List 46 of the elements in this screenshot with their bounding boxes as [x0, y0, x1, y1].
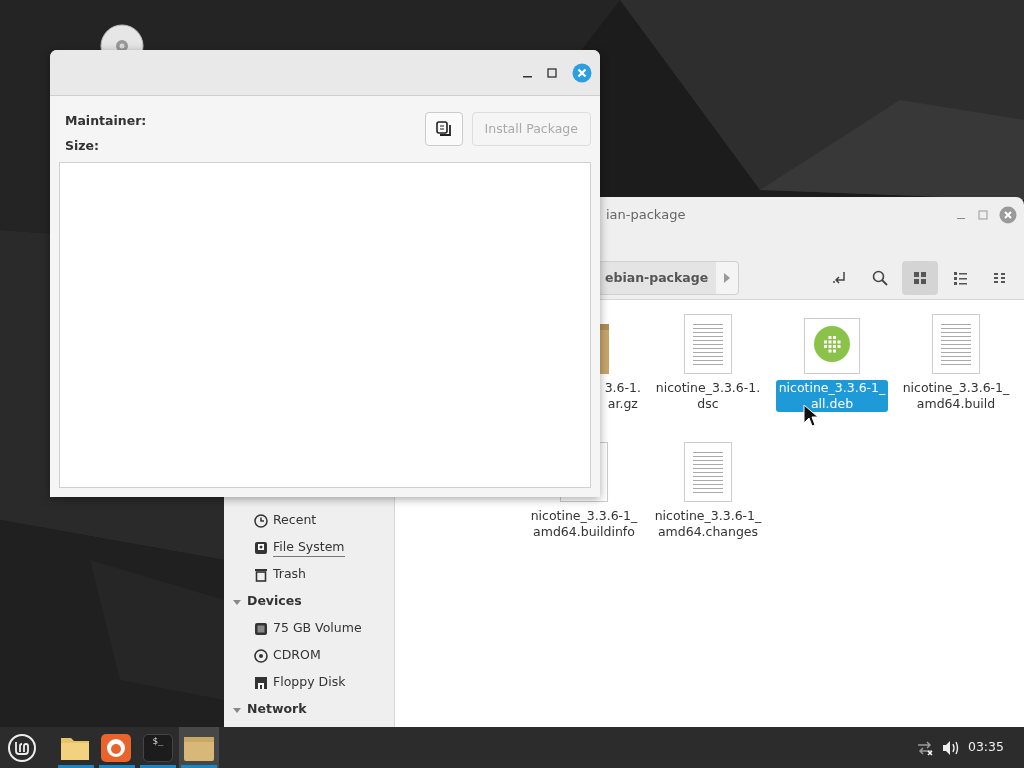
sidebar-item[interactable]: Floppy Disk	[254, 673, 346, 692]
drive-icon	[254, 540, 268, 555]
disc-icon	[254, 648, 268, 663]
field-label: Maintainer:	[65, 112, 147, 130]
copy-button[interactable]	[424, 112, 463, 146]
trash-icon	[254, 567, 268, 582]
volume-icon[interactable]	[941, 739, 960, 756]
sidebar-item[interactable]: Recent	[254, 511, 317, 530]
sidebar-item[interactable]: File System	[254, 537, 345, 558]
minimize-icon	[523, 75, 532, 78]
close-icon[interactable]	[999, 205, 1017, 224]
section-header[interactable]: Network	[224, 696, 394, 723]
maximize-button[interactable]	[546, 66, 558, 79]
minimize-button[interactable]	[523, 75, 532, 78]
browser-icon	[100, 731, 134, 764]
file-name[interactable]: nicotine_3.3.6-1_ amd64.changes	[651, 508, 765, 540]
close-icon	[572, 62, 592, 83]
taskbar-app-button[interactable]: $_	[138, 727, 178, 768]
sidebar-item[interactable]: Trash	[254, 565, 307, 584]
search-icon	[872, 270, 888, 286]
return-arrow-icon	[832, 270, 848, 286]
list-icon	[953, 271, 967, 285]
path-bar[interactable]: ebian-package	[598, 261, 740, 295]
file-name[interactable]: nicotine_3.3.6-1_ amd64.buildinfo	[527, 508, 641, 540]
terminal-icon: $_	[143, 733, 173, 762]
grid-icon	[913, 271, 927, 285]
icon-view-button[interactable]	[902, 261, 938, 295]
clock-icon	[254, 513, 268, 528]
caret-icon	[724, 273, 731, 283]
compact-list-icon	[993, 271, 1007, 285]
window-title: ian-package	[606, 205, 686, 224]
network-disconnected-icon[interactable]	[915, 739, 934, 756]
section-header[interactable]: Devices	[224, 588, 394, 615]
copy-icon	[435, 121, 452, 137]
sidebar-item[interactable]: CDROM	[254, 646, 321, 665]
mint-logo-icon	[7, 732, 37, 763]
maximize-icon	[546, 66, 558, 79]
close-button[interactable]	[572, 62, 592, 83]
file-name[interactable]: nicotine_3.3.6-1. dsc	[652, 380, 764, 412]
sidebar-item[interactable]: 75 GB Volume	[254, 619, 362, 638]
path-next-button[interactable]	[716, 262, 739, 294]
field-label: Size:	[65, 136, 101, 155]
clock[interactable]: 03:35	[967, 738, 1004, 757]
memory-card-icon	[254, 621, 268, 636]
file-name[interactable]: 3.6-1. ar.gz	[601, 380, 644, 412]
file-name[interactable]: nicotine_3.3.6-1_ amd64.build	[899, 380, 1013, 412]
